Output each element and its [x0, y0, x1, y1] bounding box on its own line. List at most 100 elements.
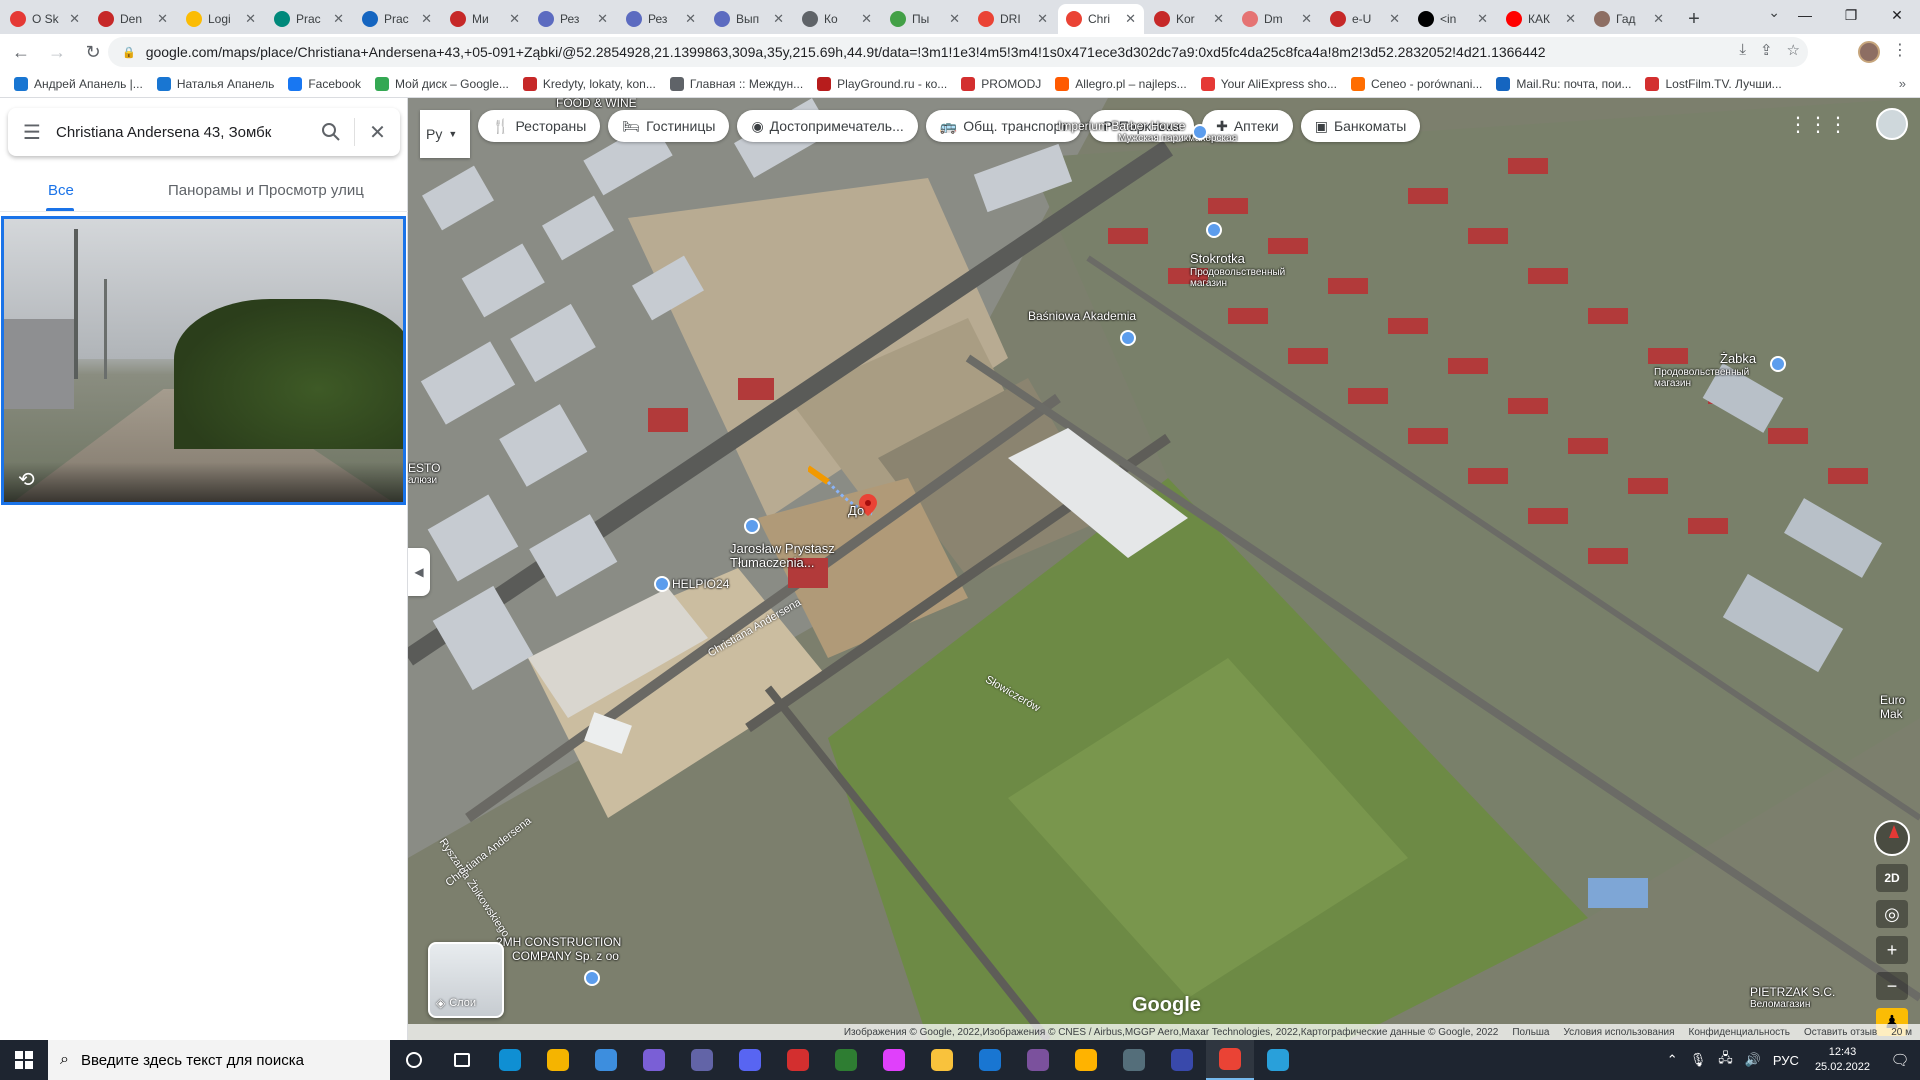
close-icon[interactable]: ✕ [354, 118, 400, 146]
microphone-icon[interactable]: 🎙 [1690, 1052, 1707, 1068]
zoom-out-button[interactable]: − [1876, 972, 1908, 1000]
place-euro[interactable]: Euro [1880, 694, 1905, 707]
browser-tab[interactable]: Kor ✕ [1146, 4, 1232, 34]
lock-icon[interactable]: 🔒 [122, 46, 136, 59]
warning-app-icon[interactable] [1062, 1040, 1110, 1080]
back-icon[interactable]: ← [6, 37, 36, 67]
browser-tab[interactable]: Prac ✕ [266, 4, 352, 34]
construction-pin-icon[interactable] [584, 970, 600, 986]
tab-close-icon[interactable]: ✕ [245, 11, 256, 27]
menu-icon[interactable]: ☰ [8, 108, 56, 156]
satellite-map[interactable]: Ру ▼ 🍴 Рестораны 🛏 Гостиницы ◉ Достопримечатель… [408, 98, 1920, 1040]
browser-tab[interactable]: Prac ✕ [354, 4, 440, 34]
stokrotka-pin-icon[interactable] [1206, 222, 1222, 238]
browser-tab[interactable]: Dm ✕ [1234, 4, 1320, 34]
link-country[interactable]: Польша [1512, 1027, 1549, 1038]
bookmark-item[interactable]: Наталья Апанель [156, 76, 274, 91]
layers-button[interactable]: ◈ Слои [428, 942, 504, 1018]
tab-close-icon[interactable]: ✕ [69, 11, 80, 27]
profile-avatar[interactable] [1858, 41, 1880, 63]
tab-close-icon[interactable]: ✕ [1125, 11, 1136, 27]
cortana-icon[interactable] [390, 1040, 438, 1080]
toggle-2d-button[interactable]: 2D [1876, 864, 1908, 892]
browser-tab[interactable]: Den ✕ [90, 4, 176, 34]
browser-tab[interactable]: Гад ✕ [1586, 4, 1672, 34]
search-icon[interactable] [308, 108, 354, 156]
restore-icon[interactable]: ❐ [1828, 0, 1874, 30]
install-icon[interactable]: ⤓ [1739, 41, 1746, 59]
utorrent-icon[interactable] [822, 1040, 870, 1080]
forward-icon[interactable]: → [42, 37, 72, 67]
browser-tab[interactable]: Ми ✕ [442, 4, 528, 34]
bookmark-item[interactable]: Ceneo - porównani... [1350, 76, 1482, 91]
account-avatar[interactable] [1876, 108, 1908, 140]
reload-icon[interactable]: ↻ [78, 37, 108, 67]
zabka-pin-icon[interactable] [1770, 356, 1786, 372]
bookmark-item[interactable]: Mail.Ru: почта, пои... [1496, 76, 1631, 91]
place-barber[interactable]: Imperium Barber House [1058, 120, 1185, 133]
browser-tab[interactable]: Рез ✕ [618, 4, 704, 34]
bookmark-star-icon[interactable]: ☆ [1787, 41, 1800, 59]
network-icon[interactable]: 🖧 [1718, 1049, 1733, 1071]
prystasz-pin-icon[interactable] [744, 518, 760, 534]
file-explorer-icon[interactable] [918, 1040, 966, 1080]
helpio-pin-icon[interactable] [654, 576, 670, 592]
chip-atm[interactable]: ▣ Банкоматы [1300, 110, 1421, 142]
place-basniowa[interactable]: Baśniowa Akademia [1028, 310, 1136, 323]
minimize-icon[interactable]: — [1782, 0, 1828, 30]
collapse-panel-button[interactable]: ◀ [408, 548, 430, 596]
browser-tab[interactable]: Пы ✕ [882, 4, 968, 34]
bookmark-item[interactable]: Мой диск – Google... [375, 76, 509, 91]
visual-studio-icon[interactable] [678, 1040, 726, 1080]
tab-close-icon[interactable]: ✕ [421, 11, 432, 27]
language-select[interactable]: Ру ▼ [420, 110, 470, 158]
new-tab-button[interactable]: + [1678, 4, 1710, 34]
browser-tab[interactable]: <in ✕ [1410, 4, 1496, 34]
game-icon[interactable] [630, 1040, 678, 1080]
more-bookmarks-icon[interactable]: » [1899, 76, 1906, 91]
volume-icon[interactable]: 🔊 [1745, 1052, 1761, 1068]
tab-close-icon[interactable]: ✕ [1653, 11, 1664, 27]
my-location-icon[interactable]: ◎ [1876, 900, 1908, 928]
calculator-icon[interactable] [1110, 1040, 1158, 1080]
tab-close-icon[interactable]: ✕ [333, 11, 344, 27]
browser-tab[interactable]: О Sk ✕ [2, 4, 88, 34]
tab-close-icon[interactable]: ✕ [861, 11, 872, 27]
tab-close-icon[interactable]: ✕ [1565, 11, 1576, 27]
browser-tab[interactable]: Ко ✕ [794, 4, 880, 34]
share-icon[interactable]: ⇪ [1760, 41, 1773, 59]
tab-close-icon[interactable]: ✕ [1213, 11, 1224, 27]
chrome-icon[interactable] [1206, 1040, 1254, 1080]
tab-close-icon[interactable]: ✕ [1301, 11, 1312, 27]
tray-chevron-icon[interactable]: ⌃ [1667, 1052, 1678, 1068]
chip-bed[interactable]: 🛏 Гостиницы [608, 110, 730, 142]
link-terms[interactable]: Условия использования [1564, 1027, 1675, 1038]
place-prystasz[interactable]: Jarosław Prystasz [730, 542, 835, 556]
browser-tab[interactable]: DRI ✕ [970, 4, 1056, 34]
google-apps-icon[interactable]: ⋮⋮⋮ [1788, 112, 1848, 137]
itunes-icon[interactable] [870, 1040, 918, 1080]
bookmark-item[interactable]: PlayGround.ru - ко... [817, 76, 947, 91]
task-view-icon[interactable] [438, 1040, 486, 1080]
search-input[interactable] [56, 123, 308, 141]
tab-close-icon[interactable]: ✕ [1389, 11, 1400, 27]
tab-close-icon[interactable]: ✕ [509, 11, 520, 27]
tab-all[interactable]: Все [48, 182, 74, 199]
edge-icon[interactable] [486, 1040, 534, 1080]
chip-camera[interactable]: ◉ Достопримечатель... [737, 110, 918, 142]
place-construction[interactable]: 2MH CONSTRUCTION [496, 936, 621, 949]
viber-icon[interactable] [1014, 1040, 1062, 1080]
tab-close-icon[interactable]: ✕ [773, 11, 784, 27]
notifications-icon[interactable]: 🗨 [1880, 1051, 1920, 1069]
chip-fork-knife[interactable]: 🍴 Рестораны [478, 110, 601, 142]
street-view-photo[interactable]: ⟲ [1, 216, 406, 505]
language-indicator[interactable]: РУС [1773, 1053, 1799, 1068]
bookmark-item[interactable]: Андрей Апанель |... [14, 76, 143, 91]
bookmark-item[interactable]: LostFilm.TV. Лучши... [1645, 76, 1782, 91]
browser-tab[interactable]: e-U ✕ [1322, 4, 1408, 34]
scale-label[interactable]: 20 м [1891, 1027, 1912, 1038]
mail-icon[interactable] [966, 1040, 1014, 1080]
browser-tab[interactable]: Вып ✕ [706, 4, 792, 34]
discord-icon[interactable] [726, 1040, 774, 1080]
explorer-photo-icon[interactable] [582, 1040, 630, 1080]
